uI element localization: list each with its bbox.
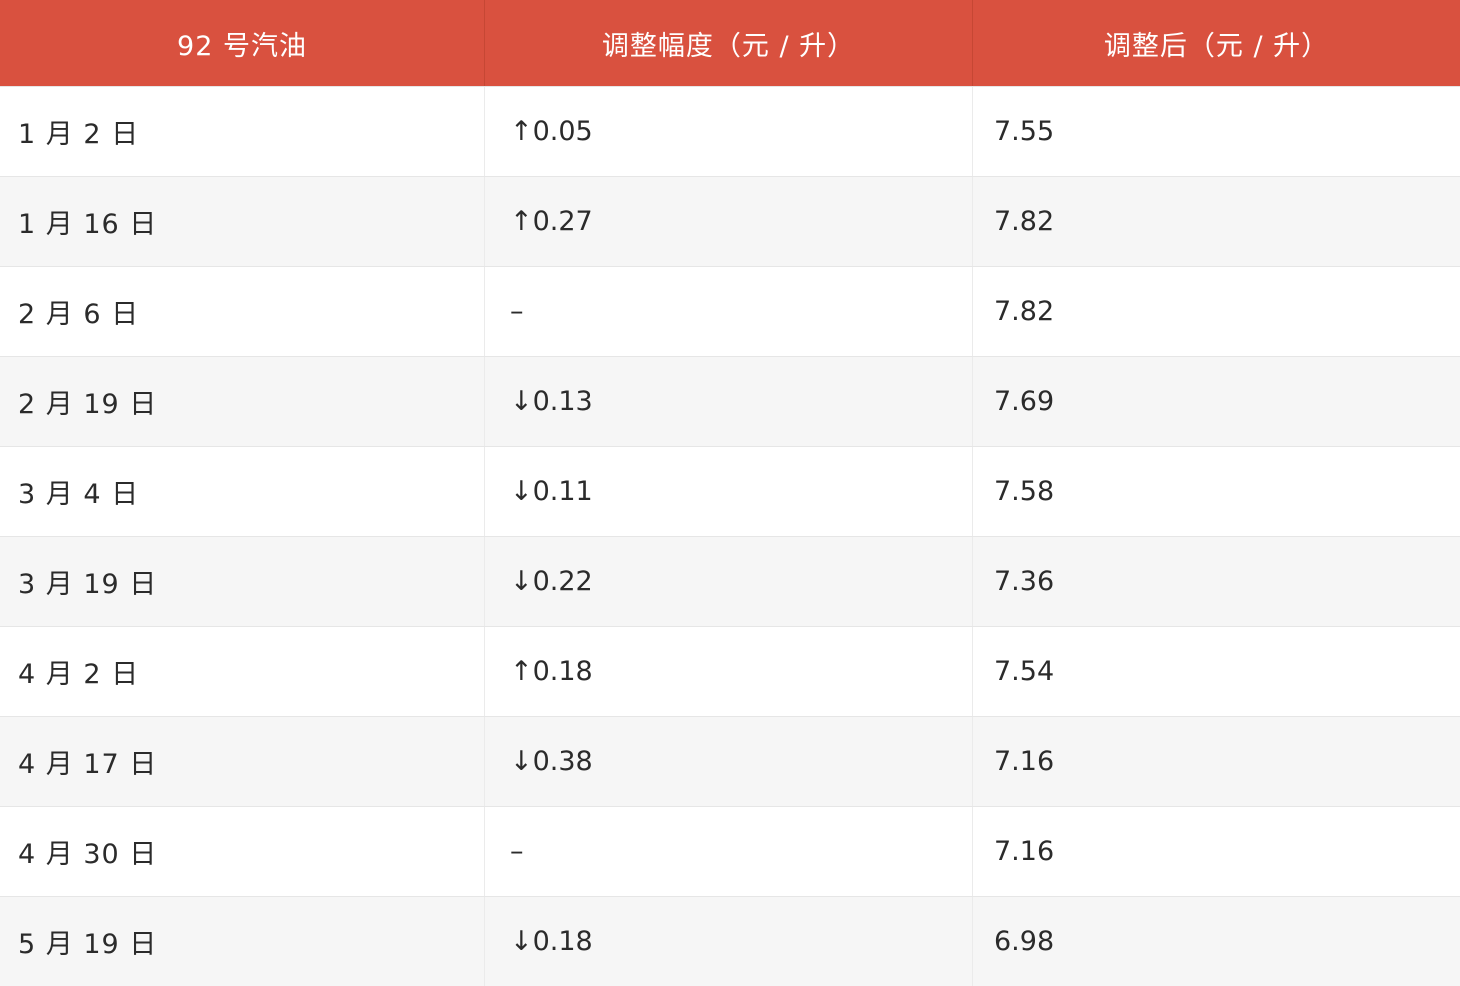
table-row: 4 月 17 日 ↓0.38 7.16 xyxy=(0,716,1460,806)
change-cell: ↓0.22 xyxy=(485,537,973,626)
header-adjusted-price: 调整后（元 / 升） xyxy=(1103,30,1330,62)
price-cell: 7.36 xyxy=(994,566,1055,597)
date-cell: 2 月 6 日 xyxy=(0,267,485,356)
table-header: 92 号汽油 调整幅度（元 / 升） 调整后（元 / 升） xyxy=(0,0,1460,86)
date-cell: 3 月 4 日 xyxy=(0,447,485,536)
change-cell: ↓0.18 xyxy=(485,897,973,986)
price-cell: 7.58 xyxy=(994,476,1055,507)
price-cell: 7.54 xyxy=(994,656,1055,687)
change-cell: ↓0.13 xyxy=(485,357,973,446)
change-cell: – xyxy=(485,807,973,896)
date-cell: 4 月 2 日 xyxy=(0,627,485,716)
table-row: 4 月 2 日 ↑0.18 7.54 xyxy=(0,626,1460,716)
table-row: 1 月 16 日 ↑0.27 7.82 xyxy=(0,176,1460,266)
table-row: 2 月 19 日 ↓0.13 7.69 xyxy=(0,356,1460,446)
price-cell: 7.82 xyxy=(994,296,1055,327)
price-cell: 7.82 xyxy=(994,206,1055,237)
price-cell: 7.16 xyxy=(994,746,1055,777)
change-cell: ↓0.38 xyxy=(485,717,973,806)
change-cell: ↑0.05 xyxy=(485,87,973,176)
date-cell: 1 月 2 日 xyxy=(0,87,485,176)
change-cell: ↑0.18 xyxy=(485,627,973,716)
price-cell: 6.98 xyxy=(994,926,1055,957)
table-row: 3 月 4 日 ↓0.11 7.58 xyxy=(0,446,1460,536)
change-cell: ↓0.11 xyxy=(485,447,973,536)
table-row: 3 月 19 日 ↓0.22 7.36 xyxy=(0,536,1460,626)
header-fuel-type: 92 号汽油 xyxy=(0,0,485,86)
price-cell: 7.16 xyxy=(994,836,1055,867)
header-adjustment: 调整幅度（元 / 升） xyxy=(485,0,973,86)
date-cell: 3 月 19 日 xyxy=(0,537,485,626)
date-cell: 4 月 17 日 xyxy=(0,717,485,806)
price-cell: 7.69 xyxy=(994,386,1055,417)
date-cell: 2 月 19 日 xyxy=(0,357,485,446)
date-cell: 1 月 16 日 xyxy=(0,177,485,266)
table-row: 4 月 30 日 – 7.16 xyxy=(0,806,1460,896)
change-cell: ↑0.27 xyxy=(485,177,973,266)
table-row: 2 月 6 日 – 7.82 xyxy=(0,266,1460,356)
date-cell: 5 月 19 日 xyxy=(0,897,485,986)
table-row: 1 月 2 日 ↑0.05 7.55 xyxy=(0,86,1460,176)
table-row: 5 月 19 日 ↓0.18 6.98 xyxy=(0,896,1460,986)
price-cell: 7.55 xyxy=(994,116,1055,147)
date-cell: 4 月 30 日 xyxy=(0,807,485,896)
fuel-price-table: 92 号汽油 调整幅度（元 / 升） 调整后（元 / 升） 1 月 2 日 ↑0… xyxy=(0,0,1460,986)
change-cell: – xyxy=(485,267,973,356)
